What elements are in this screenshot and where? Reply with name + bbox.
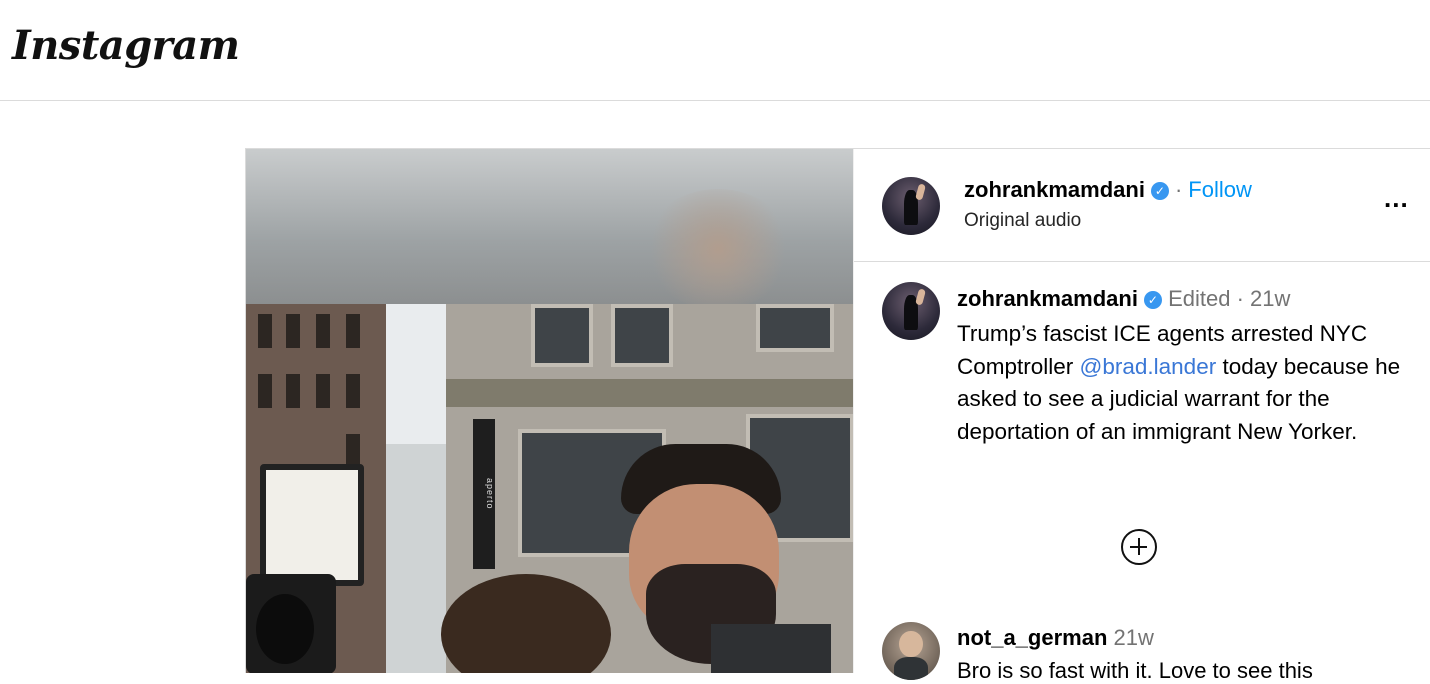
separator-dot: · xyxy=(1236,286,1244,311)
original-audio-link[interactable]: Original audio xyxy=(964,210,1081,232)
caption-time[interactable]: 21w xyxy=(1250,286,1290,311)
verified-badge-icon: ✓ xyxy=(1143,291,1162,309)
post-container: aperto zohrankmamdani ✓ · Follow Original a… xyxy=(245,148,1430,683)
caption-header: zohrankmamdani ✓ Edited · 21w xyxy=(957,286,1290,312)
follow-button[interactable]: Follow xyxy=(1188,177,1252,202)
separator-dot: · xyxy=(1174,177,1183,202)
comment-header: not_a_german 21w xyxy=(957,625,1154,651)
author-line: zohrankmamdani ✓ · Follow xyxy=(964,177,1252,203)
speaking-man xyxy=(601,444,831,673)
video-scene: aperto xyxy=(246,304,853,673)
storefront-sign: aperto xyxy=(473,419,495,569)
caption-author-avatar[interactable] xyxy=(882,282,940,340)
caption-text: Trump’s fascist ICE agents arrested NYC … xyxy=(957,318,1402,448)
post-video[interactable]: aperto xyxy=(246,149,853,673)
verified-badge-icon: ✓ xyxy=(1150,182,1169,200)
plus-circle-icon[interactable] xyxy=(1121,529,1157,565)
top-bar: Instagram xyxy=(0,0,1430,101)
video-blur-background xyxy=(246,149,853,309)
comment-time[interactable]: 21w xyxy=(1114,625,1154,650)
post-header: zohrankmamdani ✓ · Follow Original audio ..… xyxy=(854,149,1430,262)
commenter-username[interactable]: not_a_german xyxy=(957,625,1107,650)
mention-link[interactable]: @brad.lander xyxy=(1080,354,1217,379)
author-avatar[interactable] xyxy=(882,177,940,235)
caption-username[interactable]: zohrankmamdani xyxy=(957,286,1138,311)
author-username[interactable]: zohrankmamdani xyxy=(964,177,1145,202)
edited-label: Edited xyxy=(1168,286,1231,311)
commenter-avatar[interactable] xyxy=(882,622,940,680)
comment-text: Bro is so fast with it. Love to see this xyxy=(957,658,1313,683)
instagram-logo[interactable]: Instagram xyxy=(12,22,240,69)
post-side-panel: zohrankmamdani ✓ · Follow Original audio ..… xyxy=(853,149,1430,683)
more-options-icon[interactable]: ... xyxy=(1384,183,1409,214)
camera-with-light xyxy=(246,444,364,673)
